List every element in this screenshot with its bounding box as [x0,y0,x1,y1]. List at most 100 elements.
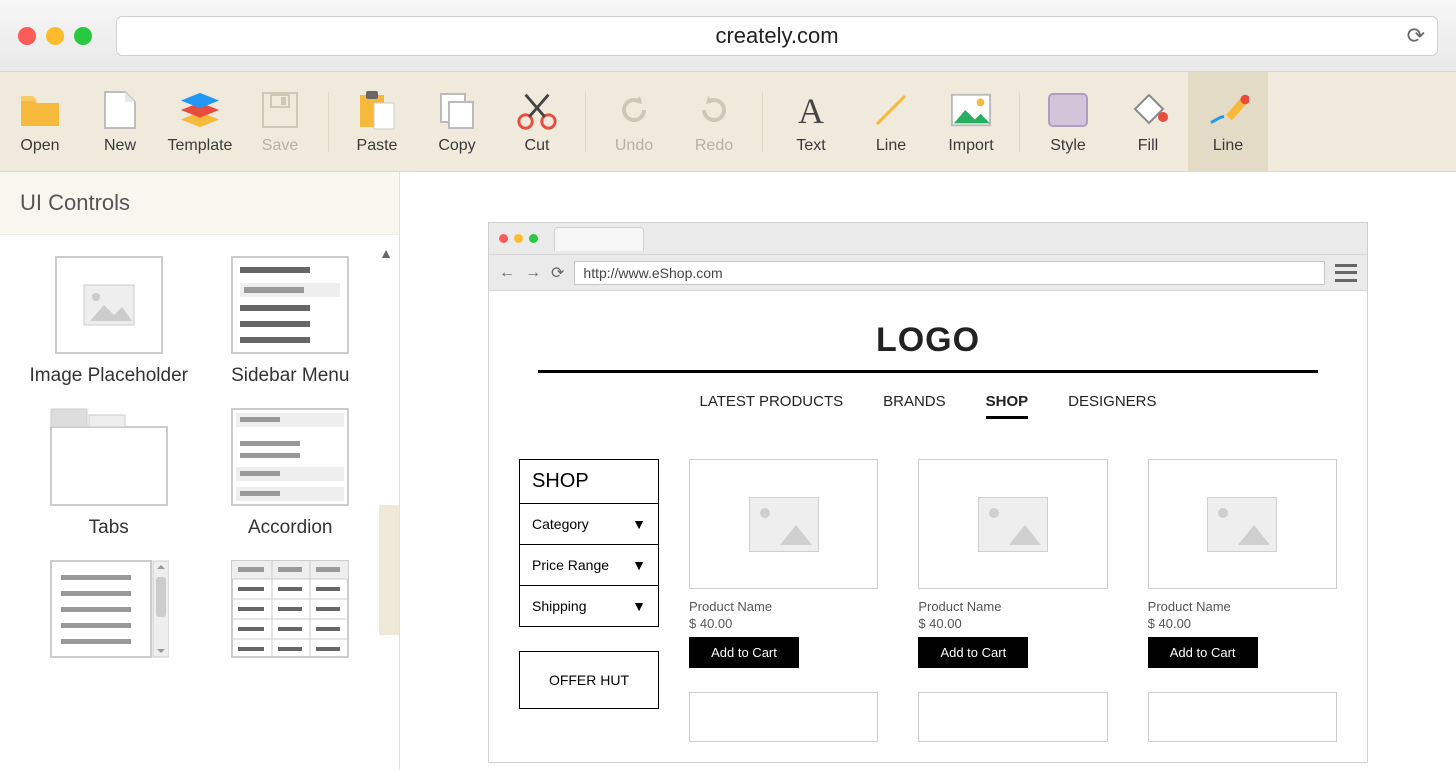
control-sidebar-menu[interactable]: Sidebar Menu [210,255,372,387]
add-to-cart-button: Add to Cart [689,637,799,668]
maximize-window-icon[interactable] [74,27,92,45]
chevron-down-icon: ▼ [632,557,646,573]
image-icon [950,89,992,131]
add-to-cart-button: Add to Cart [918,637,1028,668]
line-tool-button[interactable]: Line [1188,72,1268,171]
new-button[interactable]: New [80,72,160,171]
undo-button[interactable]: Undo [594,72,674,171]
chevron-down-icon: ▼ [632,598,646,614]
copy-icon [436,89,478,131]
product-card: Product Name $ 40.00 Add to Cart [689,459,878,668]
style-label: Style [1050,137,1086,155]
save-label: Save [262,137,298,155]
back-icon: ← [499,264,515,282]
product-image-placeholder [1148,692,1337,742]
mockup-browser[interactable]: ← → ⟳ http://www.eShop.com LOGO LATEST P… [488,222,1368,763]
close-window-icon[interactable] [18,27,36,45]
text-button[interactable]: A Text [771,72,851,171]
product-image-placeholder [689,459,878,589]
control-accordion[interactable]: Accordion [210,407,372,539]
product-price: $ 40.00 [1148,616,1337,631]
logo-text: LOGO [519,321,1337,360]
save-icon [259,89,301,131]
nav-item: DESIGNERS [1068,393,1156,419]
filter-label: Category [532,516,589,532]
minimize-window-icon[interactable] [46,27,64,45]
shop-title: SHOP [520,460,658,504]
undo-icon [613,89,655,131]
scissors-icon [516,89,558,131]
control-list[interactable] [28,559,190,659]
product-price: $ 40.00 [689,616,878,631]
toolbar: Open New Template Save Paste Copy [0,72,1456,172]
refresh-icon[interactable]: ⟳ [1407,23,1425,49]
filter-label: Shipping [532,598,587,614]
import-label: Import [948,137,993,155]
mockup-tab [554,227,644,251]
url-text: creately.com [715,23,838,49]
mockup-max-icon [529,234,538,243]
product-image-placeholder [918,459,1107,589]
controls-sidebar: UI Controls ▲ Image Placeholder Sidebar … [0,172,400,770]
product-image-placeholder [689,692,878,742]
scrollbar[interactable] [379,505,399,635]
copy-label: Copy [438,137,475,155]
control-label: Sidebar Menu [231,365,349,387]
import-button[interactable]: Import [931,72,1011,171]
redo-button[interactable]: Redo [674,72,754,171]
mockup-tabbar [489,223,1367,255]
filter-row: Price Range ▼ [520,545,658,586]
undo-label: Undo [615,137,653,155]
reload-icon: ⟳ [551,263,564,283]
style-button[interactable]: Style [1028,72,1108,171]
copy-button[interactable]: Copy [417,72,497,171]
menu-icon [1335,264,1357,282]
scroll-up-icon[interactable]: ▲ [379,245,393,261]
control-label: Image Placeholder [30,365,188,387]
open-label: Open [20,137,59,155]
control-image-placeholder[interactable]: Image Placeholder [28,255,190,387]
cut-button[interactable]: Cut [497,72,577,171]
paste-icon [356,89,398,131]
products-grid: Product Name $ 40.00 Add to Cart Product… [689,459,1337,742]
separator [1019,92,1020,152]
text-label: Text [796,137,825,155]
browser-chrome: creately.com ⟳ [0,0,1456,72]
control-tabs[interactable]: Tabs [28,407,190,539]
redo-icon [693,89,735,131]
line-button[interactable]: Line [851,72,931,171]
separator [328,92,329,152]
canvas[interactable]: ← → ⟳ http://www.eShop.com LOGO LATEST P… [400,172,1456,770]
offer-box: OFFER HUT [519,651,659,709]
control-table[interactable] [210,559,372,659]
folder-icon [19,89,61,131]
filter-label: Price Range [532,557,609,573]
save-button[interactable]: Save [240,72,320,171]
template-label: Template [168,137,233,155]
open-button[interactable]: Open [0,72,80,171]
product-name: Product Name [1148,599,1337,614]
pencil-icon [1207,89,1249,131]
mockup-nav: LATEST PRODUCTS BRANDS SHOP DESIGNERS [519,393,1337,419]
filter-row: Shipping ▼ [520,586,658,626]
url-bar[interactable]: creately.com ⟳ [116,16,1438,56]
redo-label: Redo [695,137,733,155]
layers-icon [179,89,221,131]
control-label: Accordion [248,517,333,539]
paste-button[interactable]: Paste [337,72,417,171]
template-button[interactable]: Template [160,72,240,171]
forward-icon: → [525,264,541,282]
fill-bucket-icon [1127,89,1169,131]
nav-item: LATEST PRODUCTS [699,393,843,419]
add-to-cart-button: Add to Cart [1148,637,1258,668]
divider [538,370,1318,373]
shop-sidebar: SHOP Category ▼ Price Range ▼ Shipping ▼ OF… [519,459,659,742]
product-card: Product Name $ 40.00 Add to Cart [918,459,1107,668]
product-image-placeholder [918,692,1107,742]
separator [762,92,763,152]
paste-label: Paste [357,137,398,155]
control-label: Tabs [89,517,129,539]
product-card: Product Name $ 40.00 Add to Cart [1148,459,1337,668]
fill-button[interactable]: Fill [1108,72,1188,171]
mockup-close-icon [499,234,508,243]
